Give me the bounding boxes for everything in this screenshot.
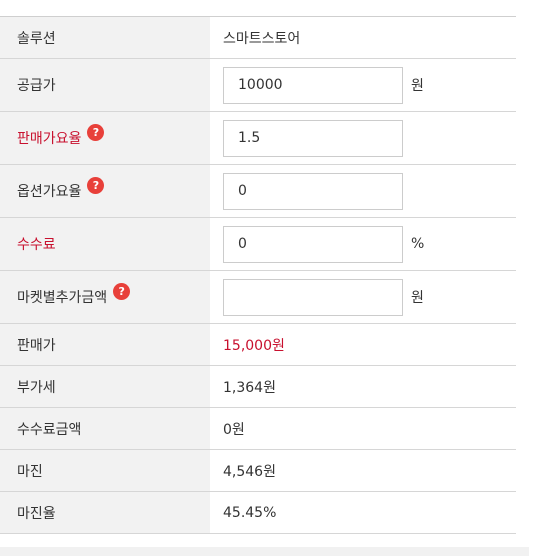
sale-ratio-input[interactable] [223, 119, 403, 157]
fee-cell: % [210, 218, 516, 270]
option-ratio-cell [210, 165, 516, 217]
row-margin-rate: 마진율 45.45% [0, 492, 516, 534]
margin-value: 4,546원 [223, 463, 276, 480]
sale-ratio-label-cell: 판매가요율 ? [0, 112, 210, 164]
row-sale-price: 판매가 15,000원 [0, 324, 516, 366]
market-extra-label: 마켓별추가금액 [17, 290, 108, 306]
solution-value-cell: 스마트스토어 [210, 17, 516, 58]
option-ratio-label: 옵션가요율 [17, 184, 82, 200]
option-ratio-label-cell: 옵션가요율 ? [0, 165, 210, 217]
solution-label: 솔루션 [0, 17, 210, 58]
price-calculator-table: 솔루션 스마트스토어 공급가 원 판매가요율 ? 옵션가요율 ? 수수료 [0, 16, 516, 534]
supply-price-label: 공급가 [0, 59, 210, 111]
vat-label: 부가세 [0, 366, 210, 407]
fee-label: 수수료 [0, 218, 210, 270]
sale-ratio-cell [210, 112, 516, 164]
fee-input[interactable] [223, 225, 403, 263]
vat-cell: 1,364원 [210, 366, 516, 407]
solution-value: 스마트스토어 [223, 30, 301, 47]
row-option-ratio: 옵션가요율 ? [0, 165, 516, 218]
margin-rate-value: 45.45% [223, 504, 277, 521]
supply-price-cell: 원 [210, 59, 516, 111]
market-extra-input[interactable] [223, 278, 403, 316]
question-icon[interactable]: ? [87, 123, 105, 141]
market-extra-label-cell: 마켓별추가금액 ? [0, 271, 210, 323]
question-icon[interactable]: ? [87, 176, 105, 194]
option-ratio-input[interactable] [223, 172, 403, 210]
fee-unit: % [411, 236, 425, 252]
row-fee: 수수료 % [0, 218, 516, 271]
sale-price-cell: 15,000원 [210, 324, 516, 365]
supply-price-input[interactable] [223, 66, 403, 104]
sale-ratio-label: 판매가요율 [17, 131, 82, 147]
row-vat: 부가세 1,364원 [0, 366, 516, 408]
margin-rate-label: 마진율 [0, 492, 210, 533]
margin-rate-cell: 45.45% [210, 492, 516, 533]
row-fee-amount: 수수료금액 0원 [0, 408, 516, 450]
row-market-extra: 마켓별추가금액 ? 원 [0, 271, 516, 324]
fee-amount-value: 0원 [223, 421, 245, 438]
row-margin: 마진 4,546원 [0, 450, 516, 492]
question-icon[interactable]: ? [113, 282, 131, 300]
row-solution: 솔루션 스마트스토어 [0, 17, 516, 59]
row-supply-price: 공급가 원 [0, 59, 516, 112]
vat-value: 1,364원 [223, 379, 276, 396]
market-extra-unit: 원 [411, 290, 424, 306]
fee-amount-cell: 0원 [210, 408, 516, 449]
sale-price-label: 판매가 [0, 324, 210, 365]
margin-label: 마진 [0, 450, 210, 491]
bottom-divider [0, 547, 529, 556]
row-sale-ratio: 판매가요율 ? [0, 112, 516, 165]
margin-cell: 4,546원 [210, 450, 516, 491]
fee-amount-label: 수수료금액 [0, 408, 210, 449]
market-extra-cell: 원 [210, 271, 516, 323]
sale-price-value: 15,000원 [223, 337, 285, 354]
supply-price-unit: 원 [411, 78, 424, 94]
